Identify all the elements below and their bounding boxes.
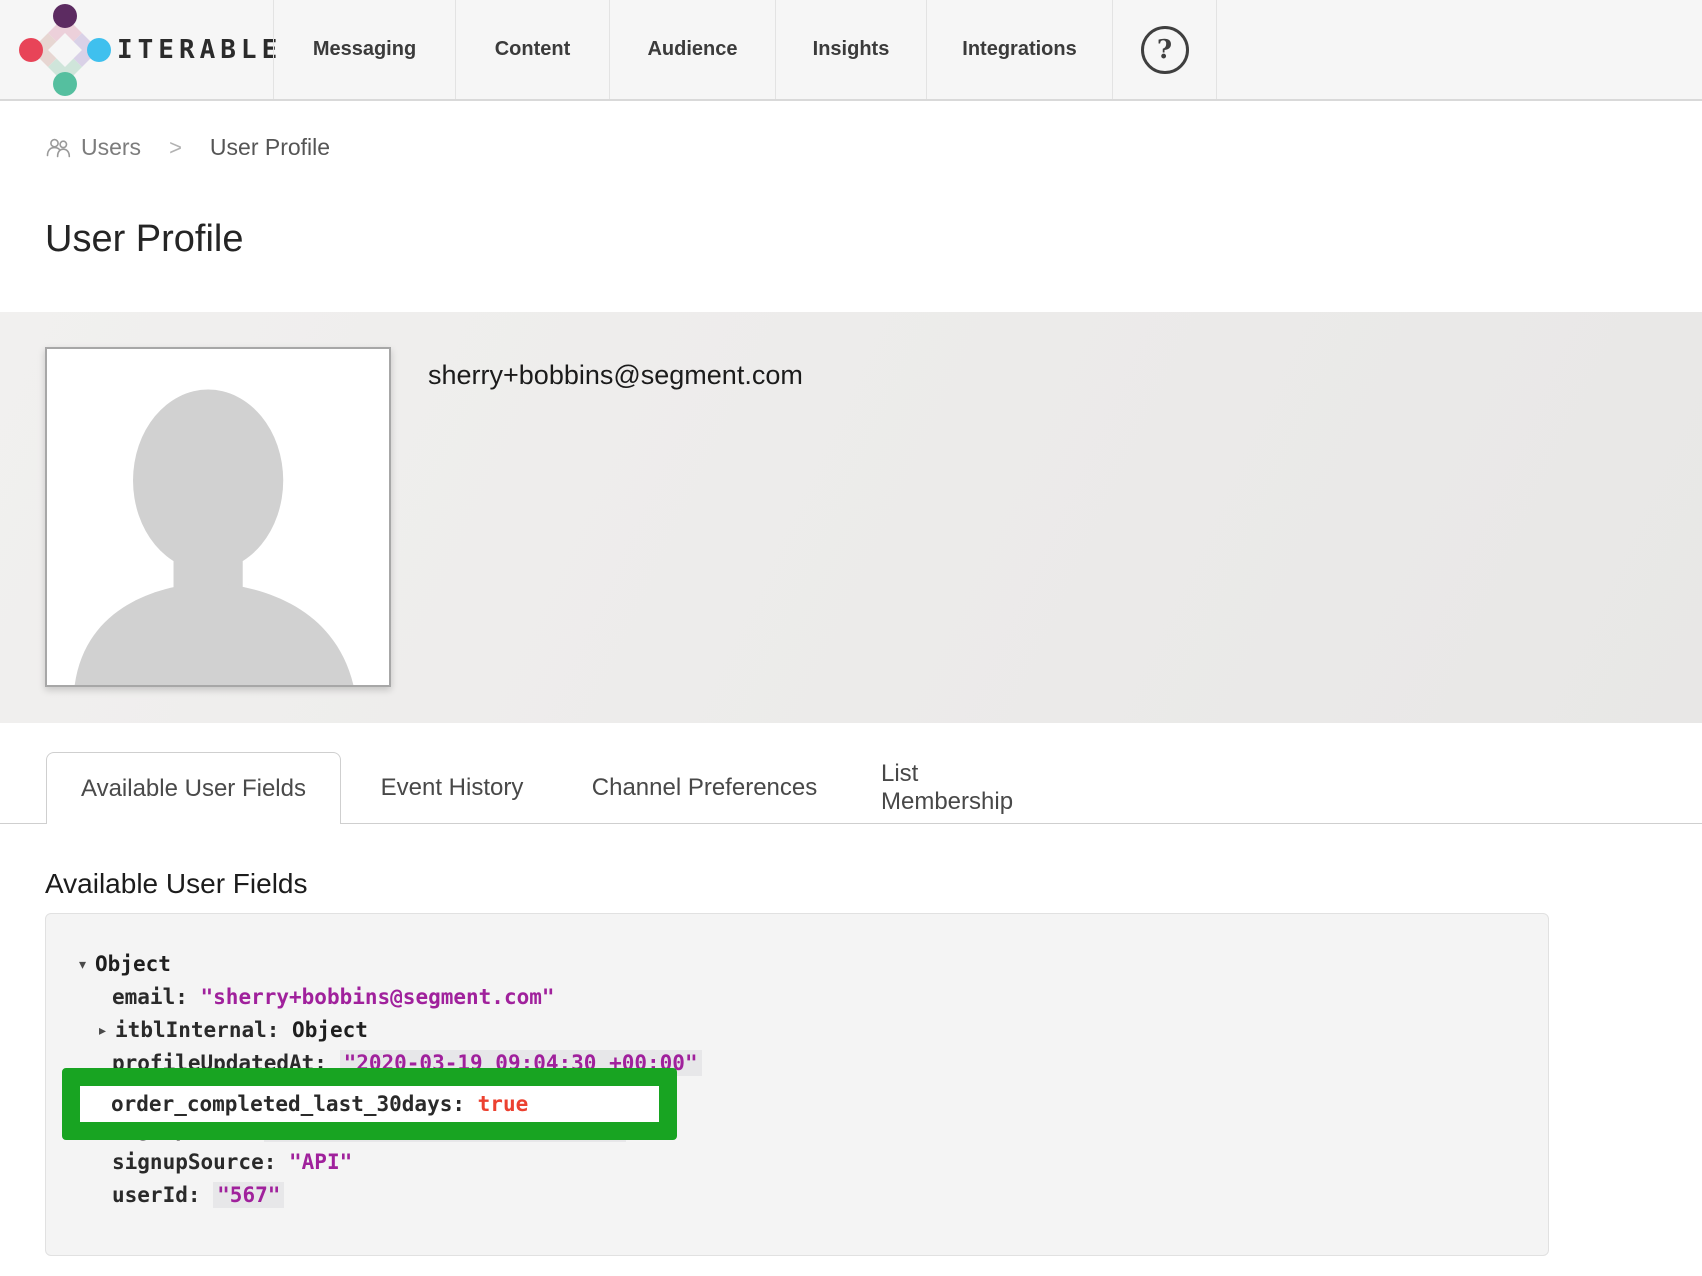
breadcrumb: Users > User Profile: [45, 134, 330, 161]
page-title: User Profile: [45, 218, 244, 261]
top-nav: ITERABLE Messaging Content Audience Insi…: [0, 0, 1702, 101]
tab-channel-preferences[interactable]: Channel Preferences: [584, 752, 825, 823]
nav-item-integrations[interactable]: Integrations: [926, 0, 1112, 99]
nav-item-messaging[interactable]: Messaging: [273, 0, 455, 99]
logo-dot-blue: [87, 38, 111, 62]
iterable-logo-icon: [25, 10, 105, 90]
brand-wordmark: ITERABLE: [117, 35, 282, 65]
breadcrumb-users-link[interactable]: Users: [45, 134, 141, 161]
expand-arrow-icon[interactable]: ▸: [99, 1015, 106, 1048]
tree-line-userid: userId: "567": [46, 1179, 1548, 1212]
breadcrumb-users-label: Users: [81, 134, 141, 161]
tree-line-signupsource: signupSource: "API": [46, 1146, 1548, 1179]
user-email: sherry+bobbins@segment.com: [428, 360, 803, 391]
nav-item-audience[interactable]: Audience: [609, 0, 775, 99]
tree-line-email: email: "sherry+bobbins@segment.com": [46, 981, 1548, 1014]
collapse-arrow-icon[interactable]: ▾: [79, 949, 86, 982]
tab-event-history[interactable]: Event History: [376, 752, 528, 823]
profile-hero: sherry+bobbins@segment.com: [0, 312, 1702, 723]
breadcrumb-current: User Profile: [210, 134, 330, 161]
highlight-annotation-box: order_completed_last_30days: true: [62, 1068, 677, 1140]
tab-available-user-fields[interactable]: Available User Fields: [46, 752, 341, 824]
help-icon: ?: [1141, 26, 1189, 74]
tree-line-itblinternal: ▸itblInternal: Object: [46, 1014, 1548, 1047]
nav-item-content[interactable]: Content: [455, 0, 609, 99]
users-icon: [45, 137, 72, 158]
logo-dot-purple: [53, 4, 77, 28]
profile-tabs: Available User Fields Event History Chan…: [0, 752, 1702, 824]
help-button[interactable]: ?: [1112, 0, 1217, 99]
tree-line-object-root: ▾Object: [46, 948, 1548, 981]
logo-dot-red: [19, 38, 43, 62]
section-heading: Available User Fields: [45, 868, 308, 900]
user-profile-page: ITERABLE Messaging Content Audience Insi…: [0, 0, 1702, 1276]
nav-item-insights[interactable]: Insights: [775, 0, 926, 99]
person-silhouette-icon: [47, 349, 389, 685]
logo-dot-teal: [53, 72, 77, 96]
chevron-right-icon: >: [169, 135, 182, 161]
brand-logo[interactable]: ITERABLE: [0, 0, 273, 99]
tab-list-membership[interactable]: List Membership: [881, 752, 1053, 823]
avatar: [45, 347, 391, 687]
highlighted-field-line: order_completed_last_30days: true: [80, 1086, 659, 1122]
